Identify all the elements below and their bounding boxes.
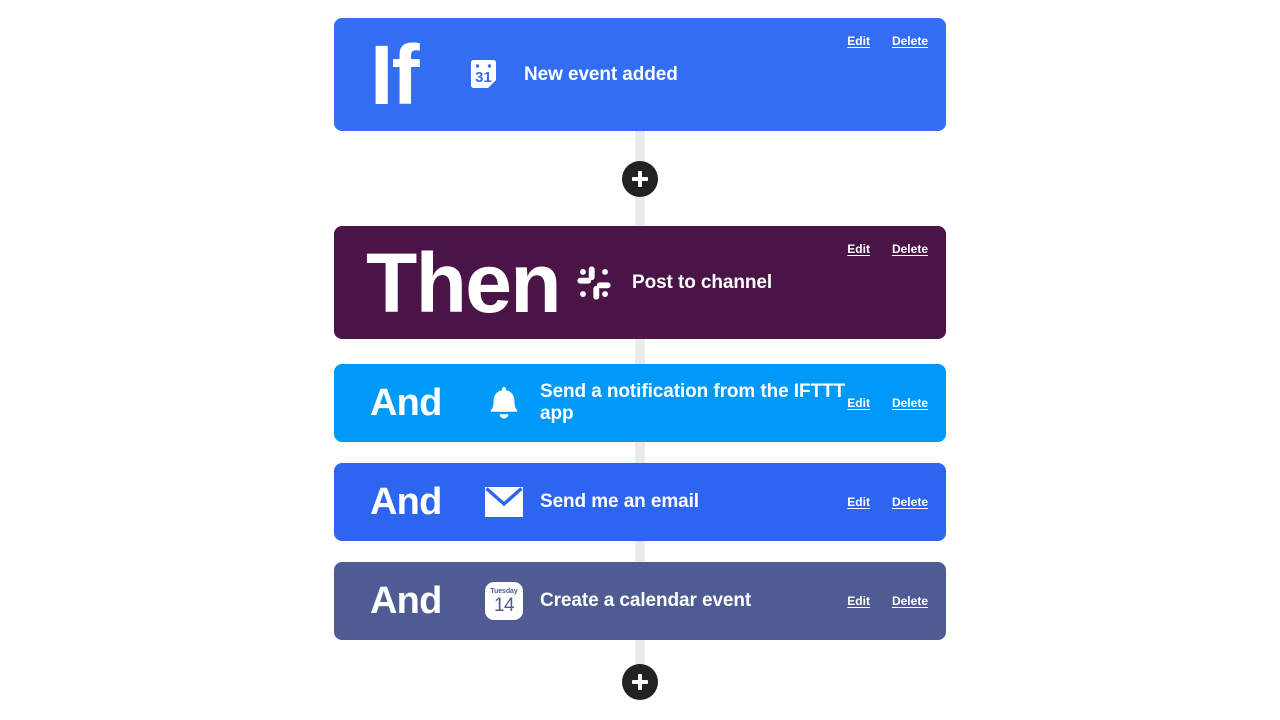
delete-link[interactable]: Delete xyxy=(892,242,928,256)
block-keyword-and: And xyxy=(370,382,442,424)
svg-text:31: 31 xyxy=(475,69,492,86)
applet-builder: If 31 New event added Edit Delete Then P… xyxy=(0,0,1280,720)
block-keyword-and: And xyxy=(370,481,442,523)
action-label-then: Post to channel xyxy=(632,271,773,293)
edit-link[interactable]: Edit xyxy=(847,594,870,608)
slack-icon xyxy=(574,263,614,303)
ios-calendar-weekday: Tuesday xyxy=(490,587,518,595)
delete-link[interactable]: Delete xyxy=(892,396,928,410)
plus-icon xyxy=(638,674,642,690)
edit-link[interactable]: Edit xyxy=(847,495,870,509)
applet-block-and-email[interactable]: And Send me an email Edit Delete xyxy=(334,463,946,541)
plus-icon xyxy=(638,171,642,187)
envelope-email-icon xyxy=(484,482,524,522)
action-label-and-calendar: Create a calendar event xyxy=(540,590,752,612)
delete-link[interactable]: Delete xyxy=(892,594,928,608)
block-actions: Edit Delete xyxy=(847,396,928,410)
applet-block-if[interactable]: If 31 New event added Edit Delete xyxy=(334,18,946,131)
delete-link[interactable]: Delete xyxy=(892,495,928,509)
edit-link[interactable]: Edit xyxy=(847,242,870,256)
add-block-button-top[interactable] xyxy=(622,161,658,197)
ios-calendar-icon: Tuesday 14 xyxy=(484,581,524,621)
bell-notification-icon xyxy=(484,383,524,423)
applet-block-stack: If 31 New event added Edit Delete Then P… xyxy=(334,0,946,640)
block-actions: Edit Delete xyxy=(847,34,928,48)
applet-block-and-calendar[interactable]: And Tuesday 14 Create a calendar event E… xyxy=(334,562,946,640)
applet-block-and-notification[interactable]: And Send a notification from the IFTTT a… xyxy=(334,364,946,442)
block-actions: Edit Delete xyxy=(847,242,928,256)
edit-link[interactable]: Edit xyxy=(847,396,870,410)
action-label-and-notification: Send a notification from the IFTTT app xyxy=(540,381,845,424)
delete-link[interactable]: Delete xyxy=(892,34,928,48)
ios-calendar-day: 14 xyxy=(494,594,515,616)
edit-link[interactable]: Edit xyxy=(847,34,870,48)
add-block-button-bottom[interactable] xyxy=(622,664,658,700)
google-calendar-icon: 31 xyxy=(466,55,506,95)
action-label-and-email: Send me an email xyxy=(540,491,699,513)
block-actions: Edit Delete xyxy=(847,495,928,509)
block-keyword-then: Then xyxy=(366,235,562,330)
applet-block-then[interactable]: Then Post to channel Edit Delete xyxy=(334,226,946,339)
block-actions: Edit Delete xyxy=(847,594,928,608)
block-keyword-and: And xyxy=(370,580,442,622)
action-label-if: New event added xyxy=(524,63,678,85)
block-keyword-if: If xyxy=(370,27,420,122)
